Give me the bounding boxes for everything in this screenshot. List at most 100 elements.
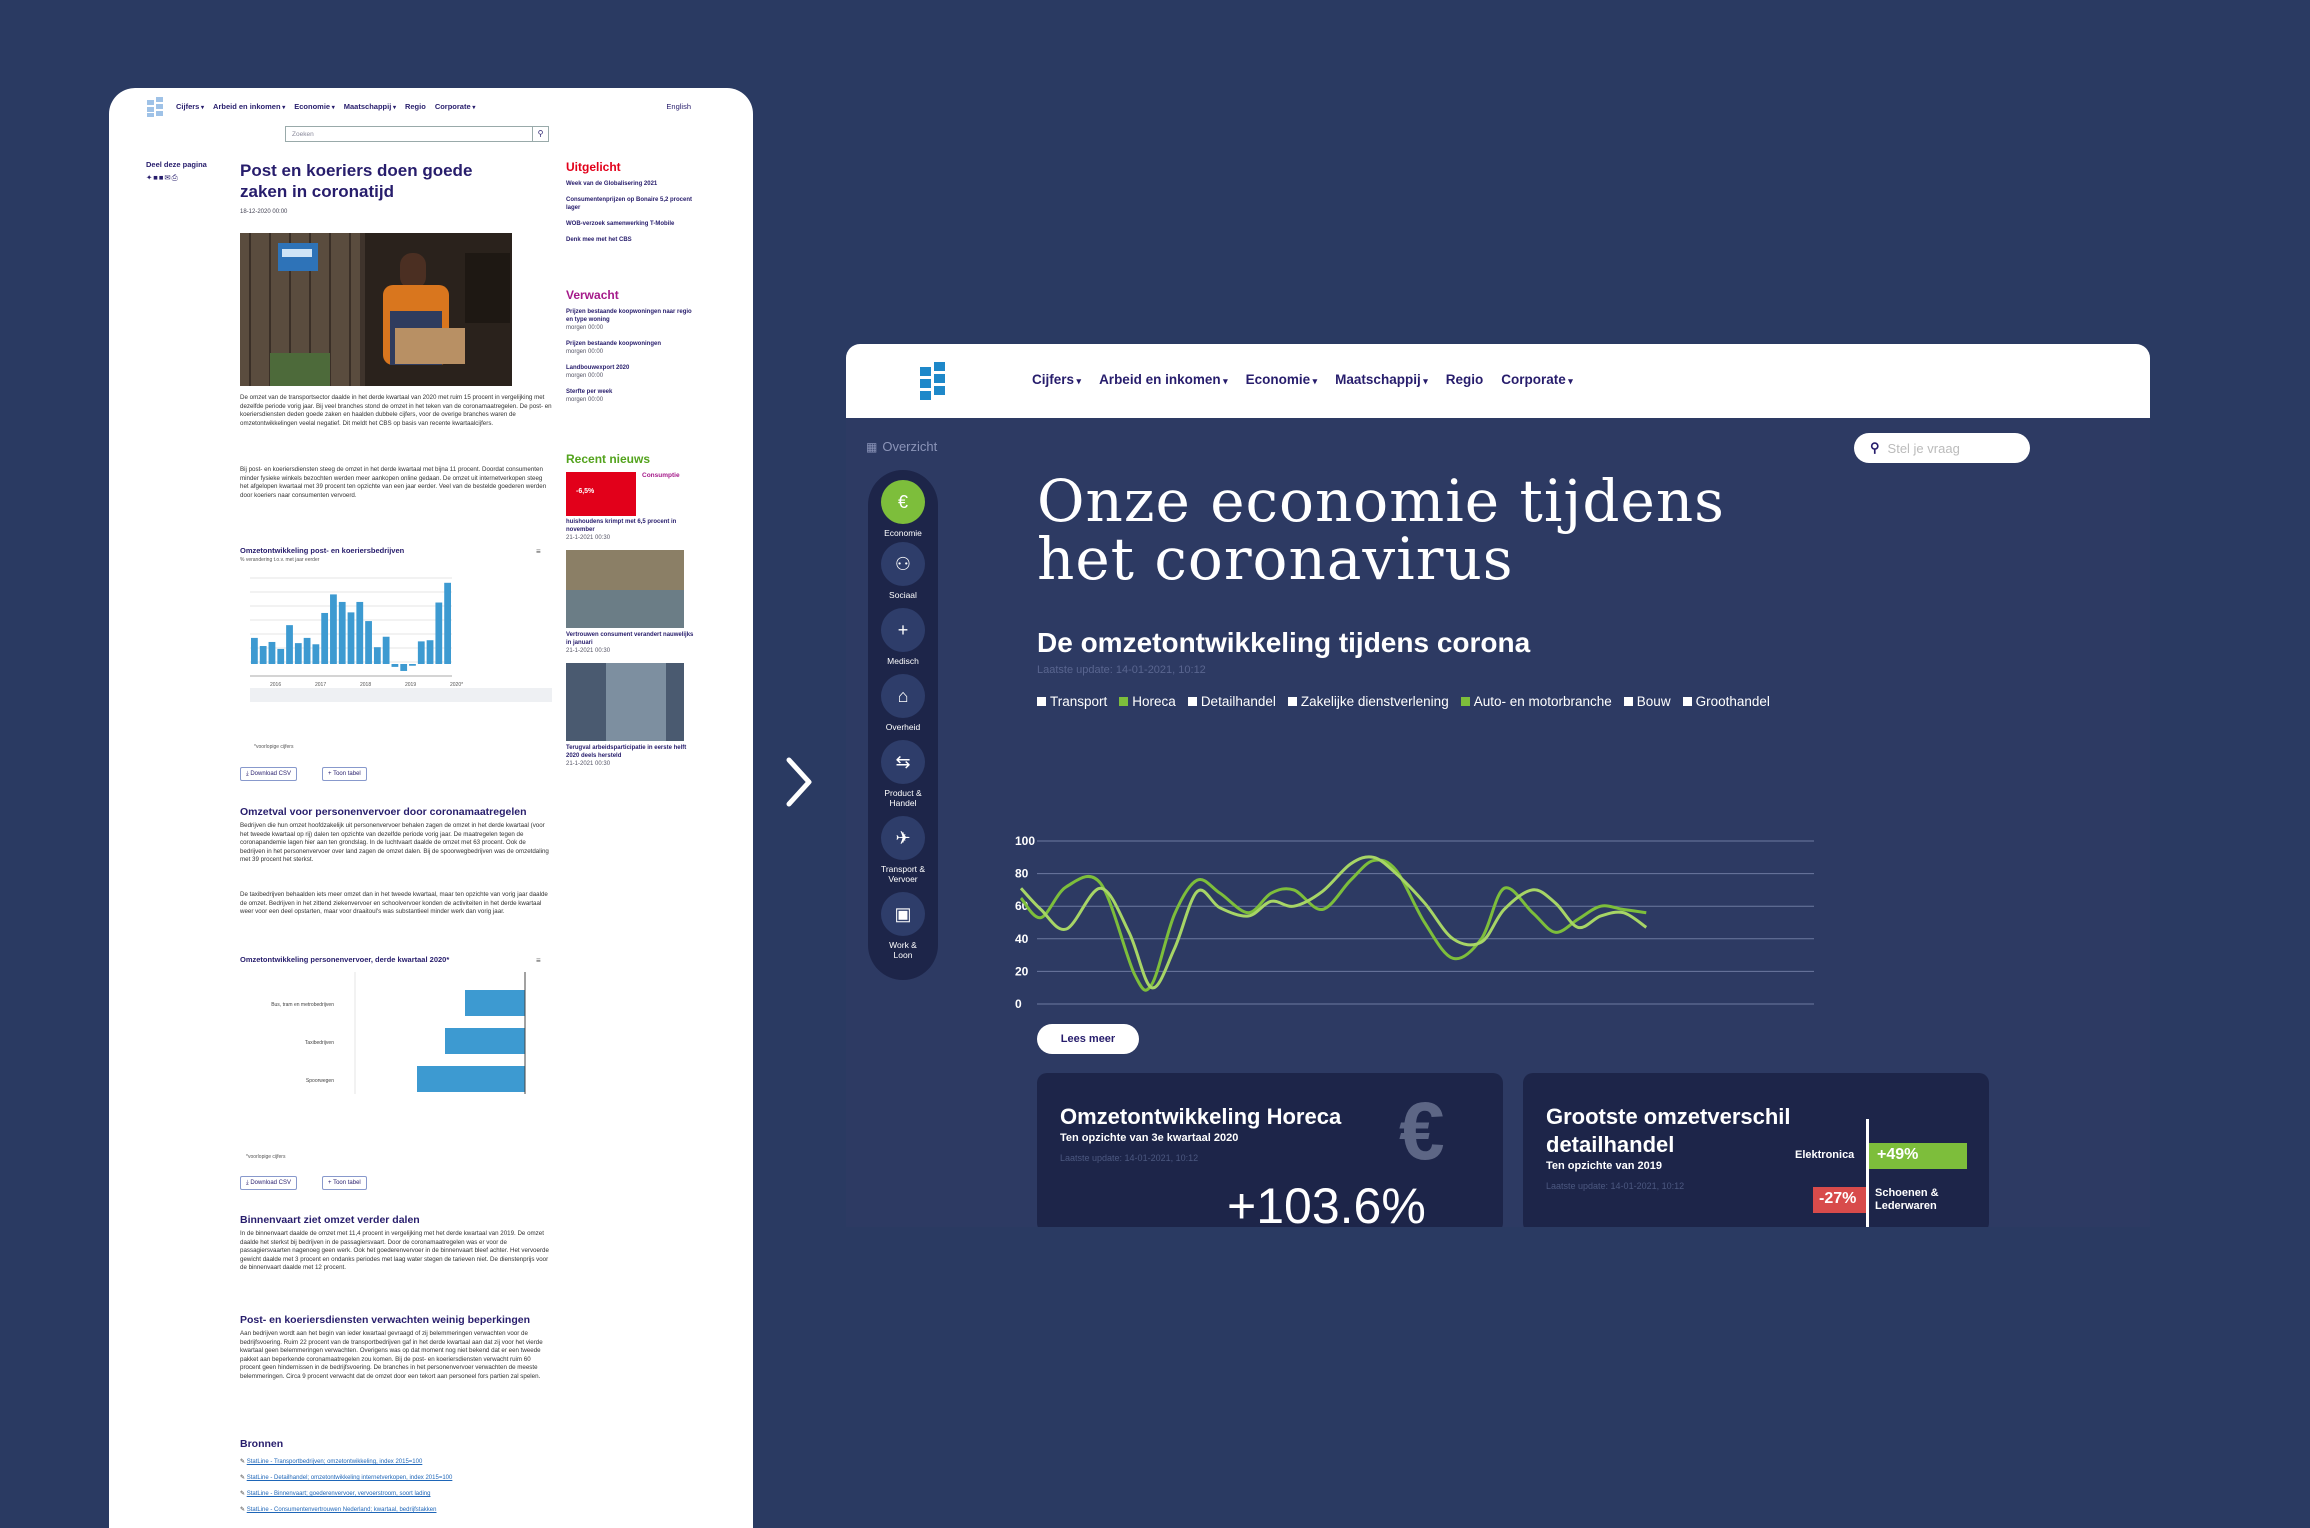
y-tick-label: 0 — [1015, 997, 1022, 1011]
hero-title: Onze economie tijdens het coronavirus — [1037, 467, 1725, 593]
paragraph-personenvervoer-2: De taxibedrijven behaalden iets meer omz… — [240, 891, 548, 916]
overview-label: Overzicht — [882, 439, 938, 454]
verwacht-item[interactable]: Sterfte per week morgen 00:00 — [566, 388, 696, 404]
main-nav: Cijfers Arbeid en inkomen Economie Maats… — [1032, 372, 1573, 387]
source-link-text[interactable]: StatLine - Transportbedrijven; omzetontw… — [247, 1459, 423, 1465]
search-field[interactable]: ⚲ Stel je vraag — [1854, 433, 2030, 463]
legend-item[interactable]: Groothandel — [1682, 694, 1770, 709]
verwacht-item-title[interactable]: Prijzen bestaande koopwoningen naar regi… — [566, 309, 692, 323]
bar — [277, 648, 285, 664]
search-input[interactable]: Stel je vraag — [1888, 441, 1960, 456]
positive-label: Elektronica — [1795, 1149, 1855, 1161]
rail-item-medisch[interactable]: + Medisch — [868, 608, 938, 666]
chart1-mini: 2016 2017 2018 2019 2020* — [250, 577, 552, 702]
rail-item-work[interactable]: ▣ Work & Loon — [868, 892, 938, 960]
recent-item-1-thumb[interactable]: -6,5% Consumptie — [566, 472, 696, 518]
search-bar[interactable]: Zoeken ⚲ — [285, 126, 549, 142]
source-link-text[interactable]: StatLine - Binnenvaart; goederenvervoer,… — [247, 1491, 431, 1497]
legend-item[interactable]: Transport — [1037, 694, 1107, 709]
recent-item-3-title[interactable]: Terugval arbeidsparticipatie in eerste h… — [566, 745, 686, 759]
share-icons[interactable]: ✦■■✉⎙ — [146, 173, 179, 183]
detailhandel-card[interactable]: Grootste omzetverschil detailhandel Ten … — [1523, 1073, 1989, 1227]
bar — [321, 612, 329, 664]
rail-item-overheid[interactable]: ⌂ Overheid — [868, 674, 938, 732]
nav-cijfers[interactable]: Cijfers — [176, 102, 204, 111]
recent-item[interactable]: huishoudens krimpt met 6,5 procent in no… — [566, 518, 696, 542]
nav-regio[interactable]: Regio — [1446, 372, 1484, 387]
search-input[interactable]: Zoeken — [286, 131, 532, 138]
nav-regio[interactable]: Regio — [405, 102, 426, 111]
legend-item[interactable]: Horeca — [1119, 694, 1176, 709]
recent-item-1-title[interactable]: huishoudens krimpt met 6,5 procent in no… — [566, 519, 676, 533]
nav-arbeid[interactable]: Arbeid en inkomen — [213, 102, 285, 111]
verwacht-item-title[interactable]: Prijzen bestaande koopwoningen — [566, 341, 661, 347]
legend-item[interactable]: Bouw — [1623, 694, 1671, 709]
nav-corporate[interactable]: Corporate — [1501, 372, 1573, 387]
uitgelicht-item[interactable]: WOB-verzoek samenwerking T-Mobile — [566, 220, 696, 228]
legend-item[interactable]: Auto- en motorbranche — [1460, 694, 1612, 709]
horeca-card[interactable]: Omzetontwikkeling Horeca Ten opzichte va… — [1037, 1073, 1503, 1227]
nav-cijfers[interactable]: Cijfers — [1032, 372, 1081, 387]
intro-paragraph-1: De omzet van de transportsector daalde i… — [240, 394, 552, 427]
source-link-text[interactable]: StatLine - Consumentenvertrouwen Nederla… — [247, 1507, 437, 1513]
verwacht-item-title[interactable]: Sterfte per week — [566, 389, 612, 395]
lees-meer-button[interactable]: Lees meer — [1037, 1024, 1139, 1054]
dashboard-screenshot: Cijfers Arbeid en inkomen Economie Maats… — [846, 344, 2150, 1227]
bar — [303, 637, 311, 664]
chart1-toon-tabel-button[interactable]: + Toon tabel — [322, 767, 367, 781]
language-link[interactable]: English — [666, 102, 691, 111]
recent-item-3-photo[interactable] — [566, 663, 684, 741]
x-tick-label: DEC — [1611, 1013, 1637, 1014]
nav-corporate[interactable]: Corporate — [435, 102, 476, 111]
building-icon: ⌂ — [881, 674, 925, 718]
mail-icon[interactable]: ✉ — [164, 173, 171, 182]
source-link-text[interactable]: StatLine - Detailhandel; omzetontwikkeli… — [247, 1475, 453, 1481]
cbs-logo[interactable] — [918, 360, 948, 402]
uitgelicht-item[interactable]: Week van de Globalisering 2021 — [566, 180, 696, 188]
chart2-menu-icon[interactable]: ≡ — [536, 956, 541, 965]
source-link[interactable]: ✎ StatLine - Transportbedrijven; omzeton… — [240, 1454, 452, 1470]
print-icon[interactable]: ⎙ — [172, 173, 179, 182]
chart2-download-csv-button[interactable]: ⤓ Download CSV — [240, 1176, 298, 1190]
chart2-toon-tabel-button[interactable]: + Toon tabel — [322, 1176, 367, 1190]
recent-item[interactable]: Terugval arbeidsparticipatie in eerste h… — [566, 744, 696, 768]
x-tick-label: JUN — [1324, 1013, 1348, 1014]
download-csv-label: Download CSV — [250, 1180, 292, 1186]
rail-item-product-handel[interactable]: ⇆ Product & Handel — [868, 740, 938, 808]
chart1-download-csv-button[interactable]: ⤓ Download CSV — [240, 767, 298, 781]
bar — [365, 621, 372, 664]
year-label: 2016 — [270, 682, 281, 688]
verwacht-item[interactable]: Landbouwexport 2020 morgen 00:00 — [566, 364, 696, 380]
chart1-menu-icon[interactable]: ≡ — [536, 547, 541, 556]
overview-link[interactable]: ▦ Overzicht — [866, 439, 937, 454]
search-icon[interactable]: ⚲ — [532, 127, 548, 141]
cbs-logo[interactable] — [146, 96, 164, 118]
recent-item-2-photo[interactable] — [566, 550, 684, 628]
nav-economie[interactable]: Economie — [294, 102, 335, 111]
verwacht-item[interactable]: Prijzen bestaande koopwoningen naar regi… — [566, 308, 696, 332]
rail-item-sociaal[interactable]: ⚇ Sociaal — [868, 542, 938, 600]
x-tick-label: JUL — [1372, 1013, 1395, 1014]
nav-maatschappij[interactable]: Maatschappij — [1335, 372, 1428, 387]
rail-item-economie[interactable]: € Economie — [868, 480, 938, 538]
verwacht-item-title[interactable]: Landbouwexport 2020 — [566, 365, 629, 371]
recent-item-2-title[interactable]: Vertrouwen consument verandert nauwelijk… — [566, 632, 693, 646]
verwacht-item[interactable]: Prijzen bestaande koopwoningen morgen 00:… — [566, 340, 696, 356]
bar — [435, 602, 443, 664]
legend-item[interactable]: Zakelijke dienstverlening — [1287, 694, 1449, 709]
search-icon: ⚲ — [1870, 440, 1880, 455]
source-link[interactable]: ✎ StatLine - Consumentenvertrouwen Neder… — [240, 1502, 452, 1518]
uitgelicht-title: Uitgelicht — [566, 160, 621, 174]
nav-economie[interactable]: Economie — [1246, 372, 1318, 387]
source-link[interactable]: ✎ StatLine - Detailhandel; omzetontwikke… — [240, 1470, 452, 1486]
legend-item[interactable]: Detailhandel — [1187, 694, 1276, 709]
rail-label: Transport & Vervoer — [880, 864, 926, 884]
rail-item-transport[interactable]: ✈ Transport & Vervoer — [868, 816, 938, 884]
source-link[interactable]: ✎ StatLine - Binnenvaart; goederenvervoe… — [240, 1486, 452, 1502]
nav-maatschappij[interactable]: Maatschappij — [344, 102, 396, 111]
uitgelicht-item[interactable]: Denk mee met het CBS — [566, 236, 696, 244]
nav-arbeid[interactable]: Arbeid en inkomen — [1099, 372, 1228, 387]
uitgelicht-item[interactable]: Consumentenprijzen op Bonaire 5,2 procen… — [566, 196, 696, 212]
recent-item[interactable]: Vertrouwen consument verandert nauwelijk… — [566, 631, 696, 655]
x-tick-label: SEP — [1466, 1013, 1490, 1014]
